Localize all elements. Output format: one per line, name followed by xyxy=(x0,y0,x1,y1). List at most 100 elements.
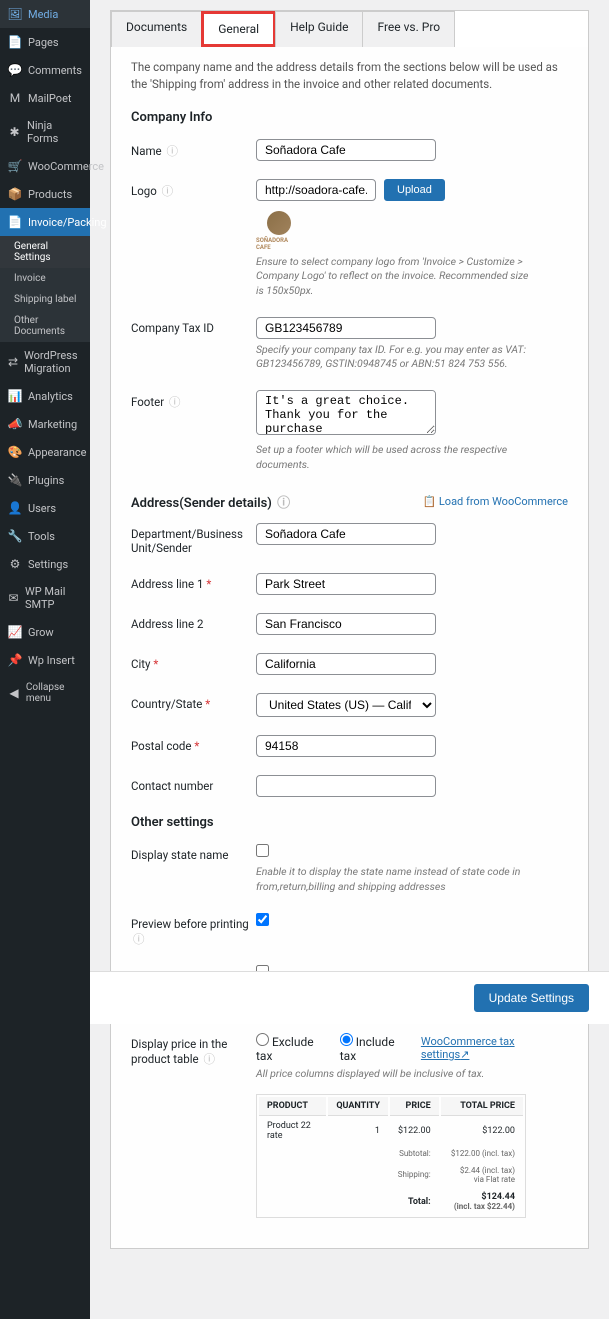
sidebar-item-label: Plugins xyxy=(28,474,64,487)
sidebar-item-wordpress-migration[interactable]: ⇄WordPress Migration xyxy=(0,342,90,382)
contact-input[interactable] xyxy=(256,775,436,797)
menu-icon: ✉ xyxy=(8,591,19,605)
sidebar-item-label: Tools xyxy=(28,530,55,543)
tab-help-guide[interactable]: Help Guide xyxy=(275,11,363,47)
help-icon[interactable]: ⓘ xyxy=(133,932,145,946)
wc-tax-link[interactable]: WooCommerce tax settings↗ xyxy=(421,1035,556,1061)
tax-label: Company Tax ID xyxy=(131,317,256,335)
help-icon[interactable]: ⓘ xyxy=(204,1052,216,1066)
price-desc: All price columns displayed will be incl… xyxy=(256,1067,536,1082)
country-select[interactable]: United States (US) — California xyxy=(256,693,436,717)
update-settings-button[interactable]: Update Settings xyxy=(474,984,589,1012)
tab-general[interactable]: General xyxy=(201,11,276,47)
postal-label: Postal code * xyxy=(131,735,256,753)
menu-icon: ✱ xyxy=(8,125,21,139)
sidebar-item-invoice-packing[interactable]: 📄Invoice/Packing xyxy=(0,208,90,236)
sidebar-item-label: MailPoet xyxy=(28,92,72,105)
sidebar-item-label: Wp Insert xyxy=(28,654,75,667)
submenu-item[interactable]: Other Documents xyxy=(0,310,90,342)
sidebar-item-label: Appearance xyxy=(28,446,87,459)
sidebar-item-label: Pages xyxy=(28,36,59,49)
address-heading: Address(Sender details) xyxy=(131,496,272,511)
menu-icon: 👤 xyxy=(8,501,22,515)
collapse-icon: ◀ xyxy=(8,686,20,700)
name-input[interactable] xyxy=(256,139,436,161)
sidebar-item-analytics[interactable]: 📊Analytics xyxy=(0,382,90,410)
load-woocommerce-link[interactable]: 📋 Load from WooCommerce xyxy=(422,495,568,508)
name-label: Name ⓘ xyxy=(131,139,256,159)
sidebar-item-comments[interactable]: 💬Comments xyxy=(0,56,90,84)
sidebar-item-plugins[interactable]: 🔌 Plugins xyxy=(0,466,90,494)
dept-input[interactable] xyxy=(256,523,436,545)
menu-icon: 📣 xyxy=(8,417,22,431)
addr2-label: Address line 2 xyxy=(131,613,256,631)
sidebar-item-wp-insert[interactable]: 📌 Wp Insert xyxy=(0,646,90,674)
addr1-label: Address line 1 * xyxy=(131,573,256,591)
sidebar-item-media[interactable]: 🖼Media xyxy=(0,0,90,28)
sidebar-item-pages[interactable]: 📄 Pages xyxy=(0,28,90,56)
sidebar-item-tools[interactable]: 🔧 Tools xyxy=(0,522,90,550)
city-input[interactable] xyxy=(256,653,436,675)
include-tax-radio[interactable] xyxy=(340,1033,353,1046)
menu-icon: 📄 xyxy=(8,35,22,49)
sidebar-item-users[interactable]: 👤 Users xyxy=(0,494,90,522)
menu-icon: ⇄ xyxy=(8,355,18,369)
sidebar-item-products[interactable]: 📦 Products xyxy=(0,180,90,208)
footer-desc: Set up a footer which will be used acros… xyxy=(256,443,536,472)
menu-icon: 🔧 xyxy=(8,529,22,543)
tab-free-vs-pro[interactable]: Free vs. Pro xyxy=(362,11,455,47)
help-icon[interactable]: ⓘ xyxy=(162,184,174,198)
help-icon[interactable]: ⓘ xyxy=(167,144,179,158)
help-icon[interactable]: ⓘ xyxy=(277,496,290,511)
submenu-item[interactable]: Shipping label xyxy=(0,289,90,310)
addr2-input[interactable] xyxy=(256,613,436,635)
price-preview-table: PRODUCTQUANTITYPRICETOTAL PRICE Product … xyxy=(256,1094,526,1218)
footer-textarea[interactable] xyxy=(256,390,436,435)
sidebar-item-label: Comments xyxy=(28,64,82,77)
menu-icon: 🔌 xyxy=(8,473,22,487)
help-icon[interactable]: ⓘ xyxy=(169,395,181,409)
tax-input[interactable] xyxy=(256,317,436,339)
preview-checkbox[interactable] xyxy=(256,913,269,926)
sidebar-item-label: WP Mail SMTP xyxy=(25,585,82,611)
logo-label: Logo ⓘ xyxy=(131,179,256,199)
logo-shape-icon xyxy=(267,211,291,235)
menu-icon: 📌 xyxy=(8,653,22,667)
sidebar-item-settings[interactable]: ⚙Settings xyxy=(0,550,90,578)
sidebar-item-label: Media xyxy=(28,8,58,21)
submenu-item[interactable]: General Settings xyxy=(0,236,90,268)
menu-icon: 📄 xyxy=(8,215,22,229)
intro-text: The company name and the address details… xyxy=(131,59,568,94)
exclude-tax-radio[interactable] xyxy=(256,1033,269,1046)
addr1-input[interactable] xyxy=(256,573,436,595)
menu-icon: 📦 xyxy=(8,187,22,201)
menu-icon: 📈 xyxy=(8,625,22,639)
sidebar-item-mailpoet[interactable]: M MailPoet xyxy=(0,84,90,112)
external-icon: ↗ xyxy=(460,1048,469,1061)
sidebar-item-label: Products xyxy=(28,188,72,201)
sidebar-item-marketing[interactable]: 📣Marketing xyxy=(0,410,90,438)
logo-preview: SOÑADORA CAFE xyxy=(256,211,301,251)
state-checkbox[interactable] xyxy=(256,844,269,857)
menu-icon: 🛒 xyxy=(8,159,22,173)
collapse-menu[interactable]: ◀ Collapse menu xyxy=(0,674,90,712)
company-info-heading: Company Info xyxy=(131,110,568,125)
other-heading: Other settings xyxy=(131,815,568,830)
sidebar-item-woocommerce[interactable]: 🛒WooCommerce xyxy=(0,152,90,180)
footer-label: Footer ⓘ xyxy=(131,390,256,410)
sidebar-item-wp-mail-smtp[interactable]: ✉ WP Mail SMTP xyxy=(0,578,90,618)
sidebar-item-label: Users xyxy=(28,502,56,515)
sidebar-item-ninja-forms[interactable]: ✱Ninja Forms xyxy=(0,112,90,152)
contact-label: Contact number xyxy=(131,775,256,793)
sidebar-item-grow[interactable]: 📈Grow xyxy=(0,618,90,646)
country-label: Country/State * xyxy=(131,693,256,711)
menu-icon: M xyxy=(8,91,22,105)
sidebar-item-appearance[interactable]: 🎨Appearance xyxy=(0,438,90,466)
logo-url-input[interactable] xyxy=(256,179,376,201)
price-label: Display price in the product table ⓘ xyxy=(131,1033,256,1067)
submenu-item[interactable]: Invoice xyxy=(0,268,90,289)
tab-documents[interactable]: Documents xyxy=(111,11,202,47)
tabs: DocumentsGeneralHelp GuideFree vs. Pro xyxy=(110,10,589,47)
upload-button[interactable]: Upload xyxy=(384,179,445,201)
postal-input[interactable] xyxy=(256,735,436,757)
